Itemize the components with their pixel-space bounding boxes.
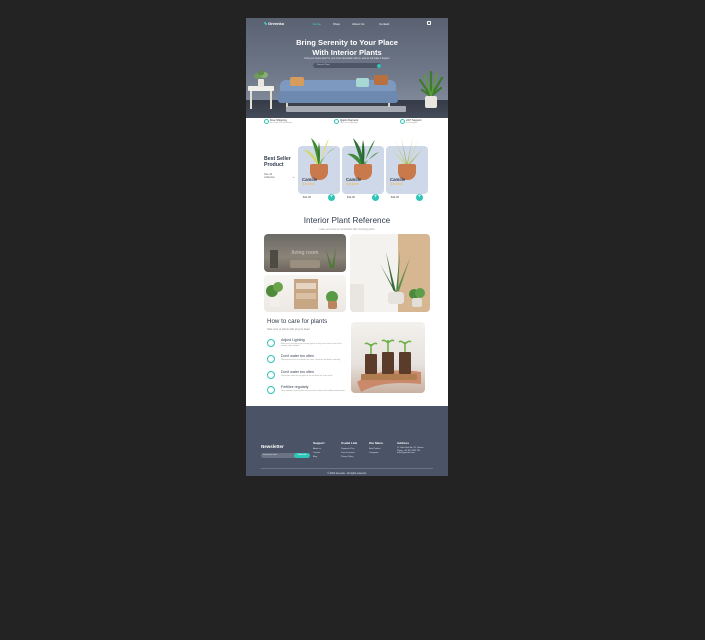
rating-stars: ★★★★★ [302,181,315,186]
product-price: $41.00 [347,196,355,199]
footer-link[interactable]: Categories [369,451,383,455]
feature-quick-payment: Quick Payment 100% secure payment [334,119,358,124]
footer: Newsletter Insert your mail Subscribe Su… [246,406,448,476]
footer-column-our-menu: Our Menu Best Product Categories [369,441,383,455]
care-tip: Don't water too often Only water when th… [267,370,349,384]
add-to-cart-button[interactable]: + [328,194,335,201]
sprout-icon [267,371,275,379]
care-title: How to care for plants [267,318,328,325]
reference-title: Interior Plant Reference [303,216,391,225]
hero-search-input[interactable]: Search Plant [313,63,381,68]
care-tip: Fertilize regularly Give nutrients to yo… [267,385,349,399]
product-card[interactable]: Camille ★★★★★ $44.00 + [386,134,428,208]
rating-stars: ★★★★★ [390,181,403,186]
payment-icon [334,119,339,124]
subscribe-button[interactable]: Subscribe [294,453,310,458]
arrow-right-icon[interactable]: → [291,174,295,179]
footer-email[interactable]: hello@greenko.com [397,452,437,455]
reference-cabinet [350,284,364,312]
footer-column-address: Address JL. Setia Budi No. 24, Jakarta P… [397,441,437,455]
hero-table-plant-icon [254,70,268,87]
hero-side-table [248,70,274,110]
hero-floor-plant [416,70,446,110]
water-drop-icon [267,355,275,363]
hero-pillow-orange [290,77,304,86]
reference-shelf[interactable] [264,275,346,312]
reference-subtitle: make your home so comfortable with refre… [319,229,375,231]
see-all-link[interactable]: See all collection [264,173,280,179]
hero-floor-plant-icon [418,70,444,108]
room-plants-icon [270,248,336,268]
product-price: $41.00 [303,196,311,199]
footer-column-useful-link: Useful Link Payment & Tax Term of servic… [341,441,358,459]
best-seller-title: Best Seller Product [264,156,291,169]
hero-title: Bring Serenity to Your Place With Interi… [296,38,398,57]
product-card[interactable]: Camille ★★★★★ $41.00 + [342,134,384,208]
nav-home[interactable]: Home [313,22,321,26]
rating-stars: ★★★★★ [346,181,359,186]
hero-sofa-seat [278,91,398,103]
footer-link[interactable]: Privacy Policy [341,455,357,459]
care-photo [351,322,425,393]
nav-shop[interactable]: Shop [333,22,340,26]
hero-subtitle: Find your dream plant for your home deco… [304,58,390,60]
product-card[interactable]: Camille ★★★★★ $41.00 + [298,134,340,208]
care-tip: Don't water too often Watering too much … [267,354,349,368]
landing-page: Greenko Home Shop About Us Contact Bring… [246,18,448,476]
support-icon [400,119,405,124]
fertilizer-icon [267,386,275,394]
logo-text: Greenko [268,21,285,26]
search-button[interactable] [376,63,381,68]
add-to-cart-button[interactable]: + [416,194,423,201]
seedlings-tray-icon [357,339,421,392]
reference-living-room[interactable]: living room [264,234,346,272]
footer-column-support: Support About us Careers Blog [313,441,325,459]
sun-icon [267,339,275,347]
care-subtitle: Take care of plants with all your heart [267,328,310,331]
hero-pillow-rust [374,75,388,85]
add-to-cart-button[interactable]: + [372,194,379,201]
care-tip: Adjust Lighting Make sure your plants ge… [267,338,349,352]
shopping-bag-icon[interactable] [427,21,431,25]
logo[interactable]: Greenko [264,21,284,26]
feature-free-shipping: Free Shipping No charge for each delivery [264,119,292,124]
copyright: © 2022 Greenko - All rights reserved. [327,472,367,475]
footer-link[interactable]: Blog [313,455,325,459]
leaf-icon [264,22,267,25]
feature-support: 24/7 Support Quick support [400,119,421,124]
hero-search-placeholder: Search Plant [317,63,330,66]
top-nav: Greenko Home Shop About Us Contact [246,18,448,29]
hero-pillow-teal [356,78,369,87]
reference-snake-plant[interactable] [350,234,430,312]
small-plant-icon [409,288,425,307]
newsletter-title: Newsletter [261,444,284,449]
shelf-plants-icon [266,279,338,309]
nav-contact[interactable]: Contact [379,22,389,26]
nav-about[interactable]: About Us [352,22,364,26]
hero-sofa-leg [286,103,288,107]
truck-icon [264,119,269,124]
hero-section: Greenko Home Shop About Us Contact Bring… [246,18,448,118]
hero-sofa-leg [388,103,390,107]
product-price: $44.00 [391,196,399,199]
footer-divider [261,468,433,469]
